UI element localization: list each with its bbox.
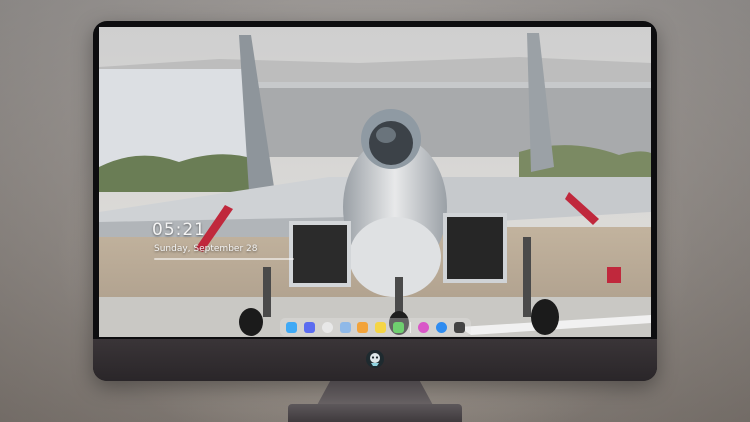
lock-screen-date: Sunday, September 28 [154,244,258,254]
dock [280,318,471,336]
maps-icon[interactable] [392,321,404,333]
notes-icon[interactable] [374,321,386,333]
monitor-frame: 05:21 Sunday, September 28 [93,21,657,381]
safari-icon[interactable] [321,321,333,333]
lock-screen-time: 05:21 [152,220,206,240]
lock-screen-subtext [154,258,294,260]
wallpaper [99,27,651,337]
brand-logo-icon [366,350,384,368]
photos-icon[interactable] [357,321,369,333]
camera-icon[interactable] [453,321,465,333]
preview-icon[interactable] [339,321,351,333]
desktop-screen: 05:21 Sunday, September 28 [99,27,651,337]
monitor-stand-base [288,404,462,422]
launchpad-icon[interactable] [304,321,316,333]
finder-icon[interactable] [286,321,298,333]
app-store-icon[interactable] [435,321,447,333]
dock-separator [410,321,412,333]
itunes-icon[interactable] [418,321,430,333]
